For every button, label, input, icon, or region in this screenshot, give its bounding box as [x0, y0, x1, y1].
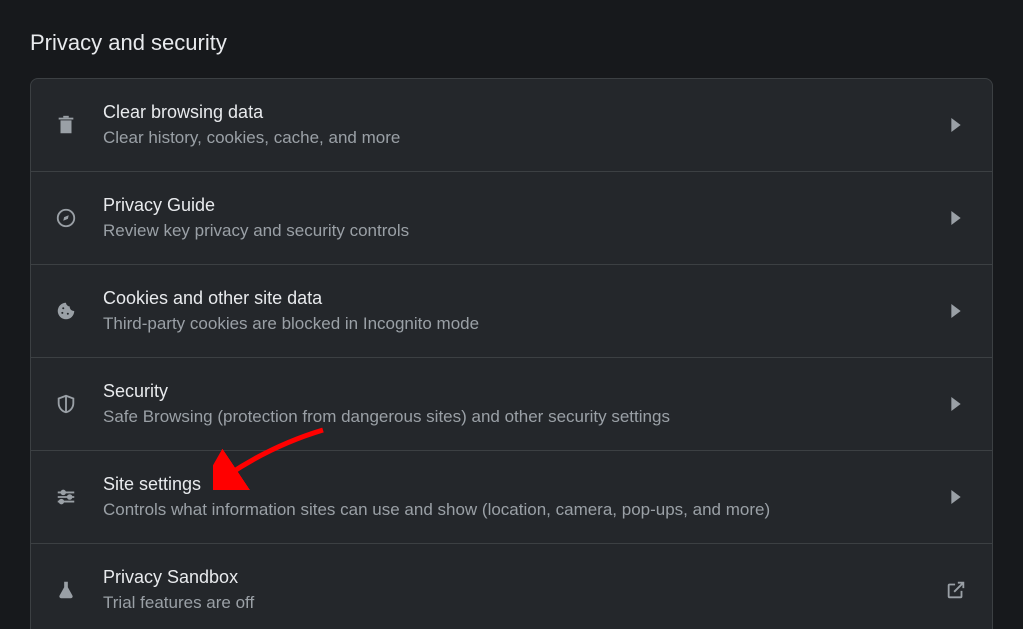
cookies-row[interactable]: Cookies and other site data Third-party …: [31, 264, 992, 357]
site-settings-row[interactable]: Site settings Controls what information …: [31, 450, 992, 543]
chevron-right-icon: [944, 490, 968, 504]
security-row[interactable]: Security Safe Browsing (protection from …: [31, 357, 992, 450]
item-title: Security: [103, 378, 932, 404]
item-title: Clear browsing data: [103, 99, 932, 125]
row-text: Cookies and other site data Third-party …: [103, 267, 944, 355]
clear-browsing-data-row[interactable]: Clear browsing data Clear history, cooki…: [31, 79, 992, 171]
privacy-card: Clear browsing data Clear history, cooki…: [30, 78, 993, 629]
cookie-icon: [55, 300, 103, 322]
row-text: Privacy Sandbox Trial features are off: [103, 546, 944, 629]
section-title: Privacy and security: [0, 0, 1023, 56]
item-title: Site settings: [103, 471, 932, 497]
chevron-right-icon: [944, 118, 968, 132]
item-sub: Controls what information sites can use …: [103, 497, 932, 523]
row-text: Clear browsing data Clear history, cooki…: [103, 81, 944, 169]
chevron-right-icon: [944, 304, 968, 318]
compass-icon: [55, 207, 103, 229]
item-sub: Review key privacy and security controls: [103, 218, 932, 244]
row-text: Security Safe Browsing (protection from …: [103, 360, 944, 448]
sliders-icon: [55, 486, 103, 508]
item-title: Privacy Guide: [103, 192, 932, 218]
privacy-sandbox-row[interactable]: Privacy Sandbox Trial features are off: [31, 543, 992, 629]
item-title: Privacy Sandbox: [103, 564, 932, 590]
privacy-guide-row[interactable]: Privacy Guide Review key privacy and sec…: [31, 171, 992, 264]
item-title: Cookies and other site data: [103, 285, 932, 311]
shield-icon: [55, 393, 103, 415]
flask-icon: [55, 579, 103, 601]
row-text: Site settings Controls what information …: [103, 453, 944, 541]
item-sub: Third-party cookies are blocked in Incog…: [103, 311, 932, 337]
chevron-right-icon: [944, 211, 968, 225]
item-sub: Safe Browsing (protection from dangerous…: [103, 404, 932, 430]
delete-icon: [55, 114, 103, 136]
open-in-new-icon: [944, 579, 968, 601]
chevron-right-icon: [944, 397, 968, 411]
row-text: Privacy Guide Review key privacy and sec…: [103, 174, 944, 262]
item-sub: Trial features are off: [103, 590, 932, 616]
item-sub: Clear history, cookies, cache, and more: [103, 125, 932, 151]
